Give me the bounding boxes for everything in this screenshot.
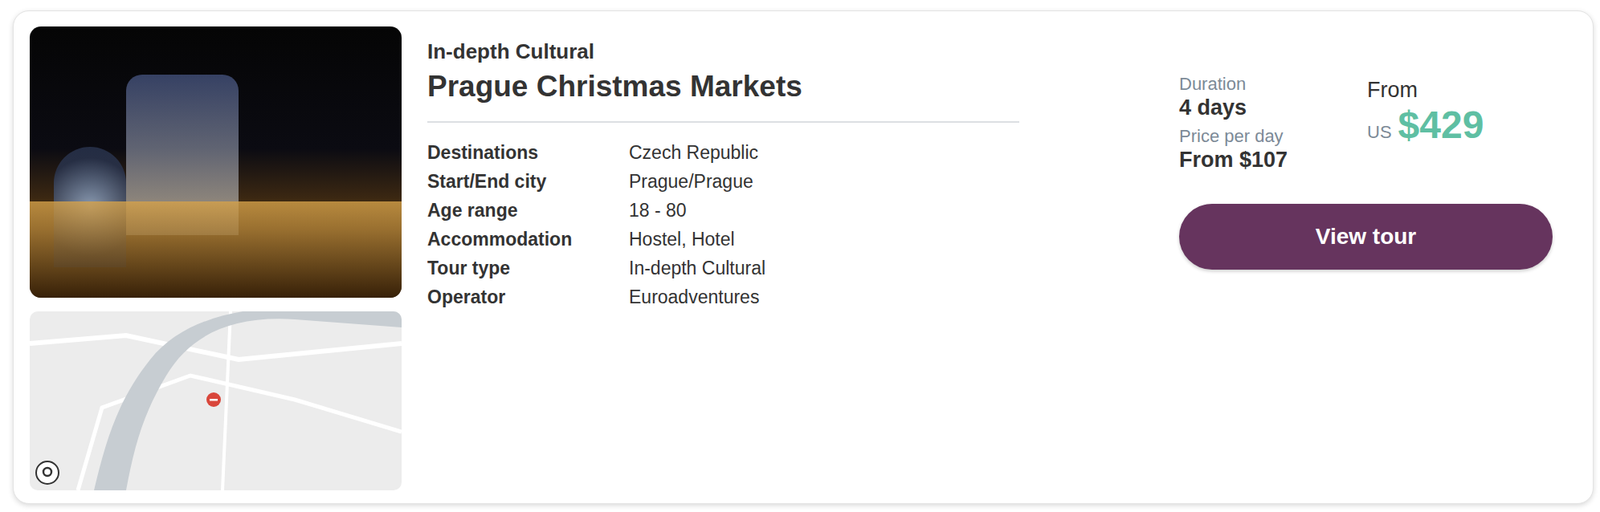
detail-label: Tour type [427, 254, 629, 283]
price-per-day-label: Price per day [1179, 126, 1368, 147]
price-currency: US [1367, 118, 1392, 146]
detail-label: Start/End city [427, 167, 629, 196]
detail-value: Czech Republic [628, 138, 759, 168]
info-column: In-depth Cultural Prague Christmas Market… [427, 26, 1020, 491]
detail-row: AccommodationHostel, Hotel [427, 225, 1020, 255]
detail-label: Accommodation [427, 225, 629, 254]
detail-row: DestinationsCzech Republic [427, 138, 1020, 168]
detail-value: 18 - 80 [628, 196, 687, 225]
price-amount: $429 [1398, 104, 1485, 147]
divider [427, 121, 1020, 123]
duration-label: Duration [1179, 73, 1368, 95]
price-block: FromUS$429 [1367, 73, 1484, 174]
pricing-column: Duration4 days Price per dayFrom $107 From… [1179, 26, 1553, 491]
map-info-icon[interactable] [34, 460, 61, 486]
price-per-day-value: From $107 [1179, 146, 1368, 173]
detail-label: Age range [427, 196, 629, 225]
pricing-row: Duration4 days Price per dayFrom $107 From… [1179, 73, 1553, 174]
tour-category: In-depth Cultural [427, 39, 1020, 65]
duration-block: Duration4 days Price per dayFrom $107 [1179, 73, 1368, 174]
price: US$429 [1367, 104, 1484, 147]
detail-value: Euroadventures [628, 283, 760, 312]
tour-title[interactable]: Prague Christmas Markets [427, 69, 1020, 105]
tour-map[interactable] [29, 311, 402, 491]
details-list: DestinationsCzech RepublicStart/End city… [427, 138, 1020, 313]
detail-value: Prague/Prague [628, 167, 754, 196]
detail-row: OperatorEuroadventures [427, 283, 1020, 313]
from-label: From [1367, 77, 1484, 103]
detail-row: Age range18 - 80 [427, 196, 1020, 226]
detail-value: In-depth Cultural [628, 254, 766, 283]
map-pin-icon [205, 391, 222, 409]
media-column [29, 26, 402, 491]
tour-photo [29, 26, 402, 298]
detail-value: Hostel, Hotel [628, 225, 735, 254]
detail-row: Tour typeIn-depth Cultural [427, 254, 1020, 284]
tour-card: In-depth Cultural Prague Christmas Market… [12, 10, 1594, 505]
duration-value: 4 days [1179, 94, 1368, 121]
detail-label: Destinations [427, 138, 629, 168]
detail-label: Operator [427, 283, 629, 312]
view-tour-button[interactable]: View tour [1179, 204, 1553, 270]
detail-row: Start/End cityPrague/Prague [427, 167, 1020, 197]
